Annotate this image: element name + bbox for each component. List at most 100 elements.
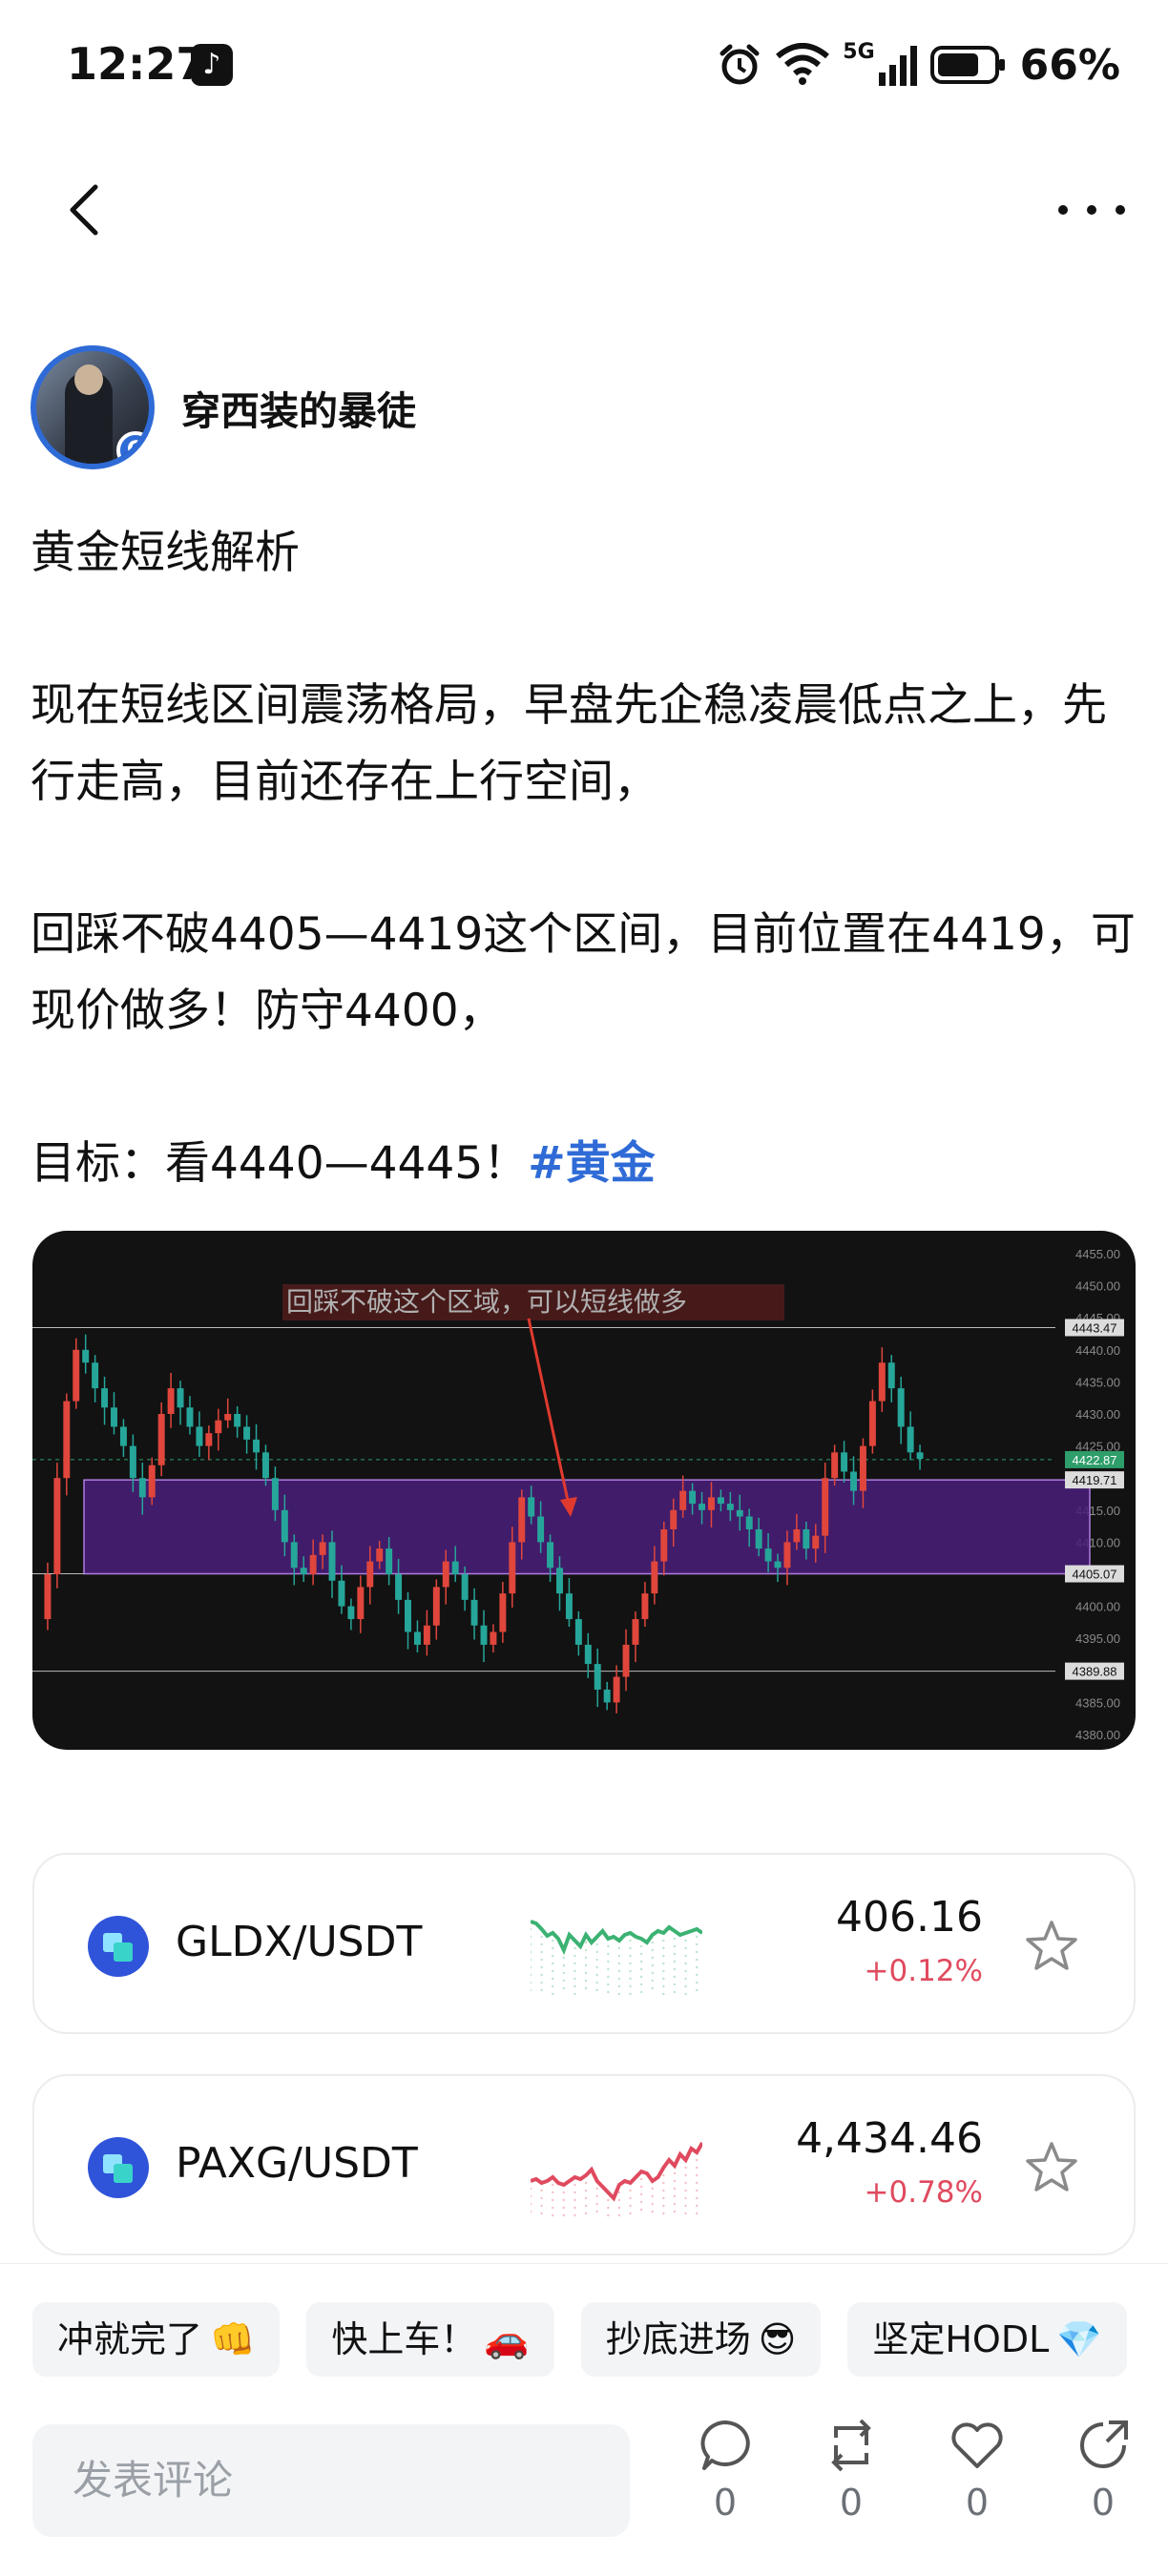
sparkline-dot — [639, 2177, 643, 2181]
tiktok-icon: ♪ — [191, 44, 233, 86]
comment-input[interactable]: 发表评论 — [32, 2424, 630, 2537]
candle-body — [281, 1509, 288, 1543]
candle-body — [451, 1561, 459, 1574]
sparkline-dot — [639, 1952, 643, 1956]
sparkline-dot — [540, 2204, 543, 2208]
candle-body — [584, 1644, 592, 1665]
more-button[interactable] — [1053, 191, 1130, 229]
sparkline-dot — [607, 2213, 610, 2217]
sparkline-dot — [584, 1941, 588, 1944]
sparkline-dot — [695, 2166, 699, 2170]
candle-body — [480, 1625, 488, 1645]
sparkline-dot — [531, 1988, 532, 1992]
sparkline-dot — [684, 1962, 687, 1965]
sparkline-dot — [562, 2213, 566, 2217]
diamond-emoji-icon: 💎 — [1056, 2318, 1102, 2360]
quick-reply-chip[interactable]: 冲就完了 👊 — [32, 2302, 281, 2377]
candle-body — [328, 1542, 336, 1581]
sparkline-dot — [651, 1979, 654, 1983]
sparkline-dot — [584, 1979, 588, 1983]
sparkline-dot — [562, 1956, 566, 1960]
market-card-paxg[interactable]: PAXG/USDT 4,434.46 +0.78% — [32, 2074, 1136, 2255]
axis-label: 4450.00 — [1075, 1279, 1120, 1294]
market-card-gldx[interactable]: GLDX/USDT 406.16 +0.12% — [32, 1853, 1136, 2034]
sparkline-dot — [595, 2210, 598, 2213]
quick-reply-chip[interactable]: 坚定HODL 💎 — [847, 2302, 1127, 2377]
sparkline-dot — [651, 1971, 654, 1975]
sparkline-dot — [684, 2196, 687, 2200]
sparkline-dot — [617, 1954, 621, 1958]
battery-percent: 66% — [1019, 40, 1120, 90]
favorite-star-button[interactable] — [1023, 1918, 1080, 1975]
avatar[interactable]: G — [31, 345, 155, 469]
candle-body — [234, 1414, 241, 1427]
candle-body — [594, 1664, 601, 1690]
candle-body — [916, 1452, 924, 1460]
sparkline-dot — [673, 1944, 677, 1948]
car-emoji-icon: 🚗 — [484, 2318, 530, 2360]
candle-body — [101, 1388, 109, 1408]
sparkline-dot — [574, 2206, 576, 2210]
sparkline-dot — [651, 1956, 654, 1960]
repost-button[interactable]: 0 — [813, 2417, 889, 2541]
sparkline-dot — [607, 1990, 610, 1994]
like-count: 0 — [965, 2482, 990, 2524]
sparkline-dot — [562, 1971, 566, 1975]
candle-body — [205, 1433, 213, 1446]
author-row[interactable]: G 穿西装的暴徒 — [31, 345, 416, 469]
quick-reply-chip[interactable]: 快上车！ 🚗 — [306, 2302, 554, 2377]
sparkline-dot — [574, 1977, 576, 1981]
sparkline-dot — [695, 1958, 699, 1962]
sparkline-dot — [562, 1963, 566, 1967]
sparkline-dot — [574, 1946, 576, 1950]
sparkline-dot — [574, 1954, 576, 1958]
sparkline-dot — [540, 1965, 543, 1969]
author-name[interactable]: 穿西装的暴徒 — [181, 379, 416, 436]
sparkline-dot — [607, 2198, 610, 2202]
share-button[interactable]: 0 — [1065, 2417, 1141, 2541]
sparkline-dot — [639, 2208, 643, 2212]
favorite-star-button[interactable] — [1023, 2139, 1080, 2196]
back-button[interactable] — [57, 181, 115, 239]
sparkline-dot — [673, 1960, 677, 1963]
comment-icon — [700, 2420, 750, 2470]
quick-reply-chip[interactable]: 抄底进场 😎 — [580, 2302, 822, 2377]
sparkline-dot — [695, 2173, 699, 2177]
comment-button[interactable]: 0 — [687, 2417, 763, 2541]
like-button[interactable]: 0 — [939, 2417, 1015, 2541]
sparkline-dot — [531, 1973, 532, 1977]
sparkline-dot — [629, 1992, 632, 1996]
sparkline-dot — [639, 2192, 643, 2196]
share-icon — [1080, 2420, 1128, 2468]
sparkline-dot — [584, 2212, 588, 2215]
sparkline-dot — [595, 1988, 598, 1992]
sparkline-dot — [584, 2204, 588, 2208]
sparkline-dot — [607, 1952, 610, 1956]
sparkline-dot — [662, 1992, 665, 1996]
axis-label: 4440.00 — [1075, 1343, 1120, 1358]
hashtag-link[interactable]: #黄金 — [528, 1137, 655, 1190]
sparkline-dot — [584, 1986, 588, 1990]
sparkline-dot — [639, 1975, 643, 1979]
axis-label: 4400.00 — [1075, 1600, 1120, 1614]
candle-body — [376, 1548, 384, 1562]
sparkline-dot — [552, 1954, 554, 1958]
sparkline-dot — [662, 1962, 665, 1965]
post-title: 黄金短线解析 — [31, 527, 300, 579]
sparkline-dot — [662, 1977, 665, 1981]
sparkline-dot — [552, 2213, 554, 2217]
share-count: 0 — [1091, 2482, 1116, 2524]
annotation-text: 回踩不破这个区域，可以短线做多 — [286, 1286, 687, 1318]
repost-count: 0 — [839, 2482, 864, 2524]
chart-image[interactable]: 4455.00 4450.00 4445.00 4440.00 4435.00 4430.… — [32, 1231, 1136, 1750]
sparkline-dot — [574, 2191, 576, 2194]
sparkline-dot — [617, 2206, 621, 2210]
sparkline-dot — [531, 1958, 532, 1962]
candle-body — [670, 1509, 678, 1529]
sparkline-dot — [651, 1986, 654, 1990]
sparkline-dot — [531, 1965, 532, 1969]
sparkline-dot — [651, 2194, 654, 2198]
candle-body — [119, 1426, 127, 1446]
sparkline-dot — [684, 2212, 687, 2215]
sparkline-dot — [584, 1956, 588, 1960]
